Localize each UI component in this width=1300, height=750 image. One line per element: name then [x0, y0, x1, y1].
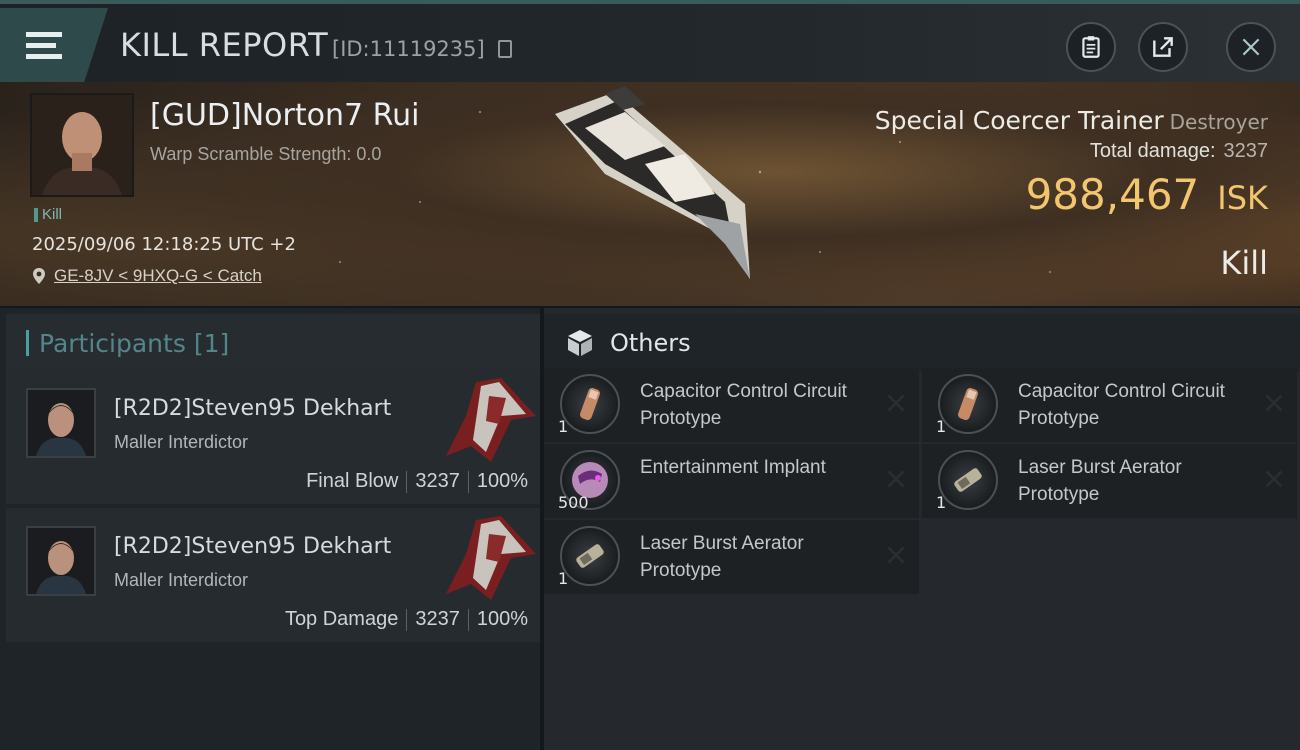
participant-ship: Maller Interdictor	[114, 570, 249, 590]
destroyed-x-icon	[1265, 470, 1283, 488]
participant-avatar[interactable]	[26, 388, 96, 458]
header-bar: KILL REPORT [ID:11119235]	[0, 0, 1300, 82]
close-icon	[1242, 38, 1260, 56]
capacitor-icon	[938, 374, 998, 434]
laser-icon	[560, 526, 620, 586]
others-panel: Others 1 Capacitor Control Circuit Proto…	[544, 308, 1300, 750]
destroyed-x-icon	[887, 470, 905, 488]
item-slot[interactable]: 1 Laser Burst Aerator Prototype	[544, 520, 919, 594]
stats-divider	[467, 470, 469, 493]
isk-value: 988,467 ISK	[1026, 170, 1268, 219]
victim-name[interactable]: [GUD]Norton7 Rui	[150, 98, 419, 133]
participant-row[interactable]: [R2D2]Steven95 Dekhart Maller Interdicto…	[6, 508, 540, 642]
participant-stats: Top Damage 3237 100%	[285, 608, 528, 631]
victim-portrait-image	[32, 95, 132, 195]
share-button[interactable]	[1138, 22, 1188, 72]
close-button[interactable]	[1226, 22, 1276, 72]
item-slot[interactable]: 1 Laser Burst Aerator Prototype	[922, 444, 1297, 518]
item-name: Entertainment Implant	[640, 457, 826, 478]
menu-icon	[26, 31, 62, 59]
clipboard-icon	[1082, 36, 1100, 58]
participant-ship: Maller Interdictor	[114, 432, 249, 452]
page-title: KILL REPORT	[120, 26, 329, 64]
item-name: Laser Burst Aerator Prototype	[1018, 457, 1182, 505]
menu-button[interactable]	[0, 8, 108, 82]
laser-icon	[938, 450, 998, 510]
clipboard-button[interactable]	[1066, 22, 1116, 72]
participant-stats: Final Blow 3237 100%	[306, 470, 528, 493]
item-slot[interactable]: 500 Entertainment Implant	[544, 444, 919, 518]
participant-ship-image	[446, 378, 536, 462]
participant-portrait-image	[28, 528, 94, 594]
participant-avatar[interactable]	[26, 526, 96, 596]
item-name: Capacitor Control Circuit Prototype	[1018, 381, 1225, 429]
item-slot[interactable]: 1 Capacitor Control Circuit Prototype	[544, 368, 919, 442]
ship-class: Destroyer	[1169, 110, 1268, 134]
item-quantity: 1	[558, 417, 569, 436]
participant-name[interactable]: [R2D2]Steven95 Dekhart	[114, 534, 391, 559]
participant-damage: 3237	[415, 608, 460, 630]
destroyed-x-icon	[887, 546, 905, 564]
item-slot[interactable]: 1 Capacitor Control Circuit Prototype	[922, 368, 1297, 442]
stats-divider	[406, 470, 408, 493]
capacitor-icon	[560, 374, 620, 434]
item-name: Capacitor Control Circuit Prototype	[640, 381, 847, 429]
ship-type: Special Coercer Trainer	[874, 106, 1164, 135]
location-pin-icon	[33, 268, 45, 284]
kill-datetime: 2025/09/06 12:18:25 UTC +2	[32, 234, 296, 255]
participants-header[interactable]: Participants [1]	[6, 314, 540, 372]
participants-count: [1]	[193, 328, 230, 358]
kill-tag-label: Kill	[42, 206, 63, 223]
others-title: Others	[610, 329, 691, 357]
participant-damage: 3237	[415, 470, 460, 492]
item-quantity: 1	[936, 417, 947, 436]
participant-percent: 100%	[476, 470, 528, 492]
item-quantity: 1	[558, 569, 569, 588]
victim-ship-name[interactable]: Special Coercer Trainer Destroyer	[875, 106, 1268, 135]
copy-icon[interactable]	[498, 40, 512, 58]
kill-summary: [GUD]Norton7 Rui Warp Scramble Strength:…	[0, 82, 1300, 306]
victim-avatar[interactable]	[30, 93, 134, 197]
stats-divider	[467, 608, 469, 631]
item-name: Laser Burst Aerator Prototype	[640, 533, 804, 581]
kill-tag-marker	[34, 207, 38, 222]
participant-role: Final Blow	[306, 470, 399, 492]
participant-name[interactable]: [R2D2]Steven95 Dekhart	[114, 396, 391, 421]
participant-percent: 100%	[476, 608, 528, 630]
kill-location[interactable]: GE-8JV < 9HXQ-G < Catch	[32, 266, 262, 286]
section-accent	[26, 330, 29, 356]
isk-unit: ISK	[1217, 179, 1268, 217]
kill-id: [ID:11119235]	[332, 37, 485, 61]
participants-panel: Participants [1] [R2D2]Steven95 Dekhart …	[0, 308, 540, 750]
warp-scramble-strength: Warp Scramble Strength: 0.0	[150, 144, 382, 164]
item-quantity: 1	[936, 493, 947, 512]
total-damage-value: 3237	[1223, 140, 1269, 162]
destroyed-x-icon	[1265, 394, 1283, 412]
participant-portrait-image	[28, 390, 94, 456]
item-quantity: 500	[558, 493, 589, 512]
total-damage-label: Total damage:	[1089, 140, 1216, 162]
others-header[interactable]: Others	[544, 314, 1300, 372]
destroyed-x-icon	[887, 394, 905, 412]
cube-icon	[568, 330, 592, 356]
participants-title: Participants [1]	[39, 328, 230, 358]
kill-tag: Kill	[34, 206, 62, 223]
participant-ship-image	[446, 516, 536, 600]
location-link[interactable]: GE-8JV < 9HXQ-G < Catch	[54, 266, 262, 286]
total-damage: Total damage: 3237	[1090, 140, 1268, 163]
share-icon	[1153, 37, 1173, 57]
isk-amount: 988,467	[1025, 170, 1200, 219]
victim-ship-image	[555, 86, 750, 279]
kill-result: Kill	[1220, 244, 1268, 282]
stats-divider	[406, 608, 408, 631]
participant-row[interactable]: [R2D2]Steven95 Dekhart Maller Interdicto…	[6, 370, 540, 504]
participant-role: Top Damage	[284, 608, 399, 630]
